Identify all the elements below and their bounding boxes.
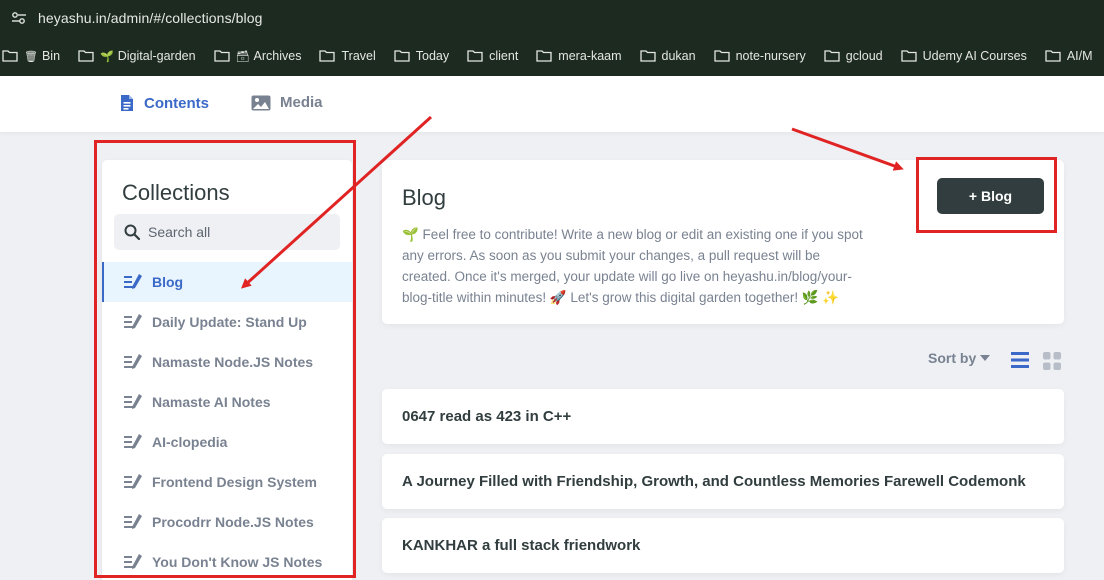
bookmark-item[interactable]: mera-kaam [536, 49, 622, 63]
annotation-box-sidebar [94, 140, 356, 578]
bookmark-item[interactable]: client [467, 49, 518, 63]
grid-view-icon[interactable] [1043, 352, 1061, 370]
folder-icon [319, 50, 336, 62]
tab-contents-label: Contents [144, 94, 209, 112]
bookmark-emoji: 🗑 [24, 50, 38, 63]
site-settings-icon[interactable] [10, 9, 28, 27]
bookmark-label: dukan [661, 49, 696, 63]
bookmark-item[interactable]: 🌱 Digital-garden [78, 49, 196, 63]
entry-card[interactable]: KANKHAR a full stack friendwork [382, 518, 1064, 573]
bookmark-item[interactable]: Udemy AI Courses [900, 49, 1027, 63]
entry-card[interactable]: A Journey Filled with Friendship, Growth… [382, 454, 1064, 509]
folder-icon [900, 50, 917, 62]
bookmark-item[interactable]: Travel [319, 49, 376, 63]
folder-icon [536, 50, 552, 62]
tab-contents[interactable]: Contents [119, 94, 209, 112]
tab-media[interactable]: Media [251, 94, 323, 111]
folder-icon [213, 50, 230, 62]
bookmarks-bar: 🗑 Bin 🌱 Digital-garden 🗃 Archives Travel Today c… [0, 36, 1104, 76]
bookmark-item[interactable]: 🗃 Archives [213, 49, 302, 63]
folder-icon [824, 50, 840, 62]
bookmark-label: Digital-garden [117, 49, 196, 63]
folder-icon [78, 50, 94, 62]
image-icon [251, 95, 271, 110]
caret-down-icon [980, 355, 991, 361]
sort-label: Sort by [928, 350, 977, 366]
bookmark-item[interactable]: Today [394, 49, 449, 63]
folder-icon [639, 50, 656, 62]
folder-icon [713, 50, 730, 62]
folder-icon [467, 50, 483, 62]
tab-media-label: Media [280, 94, 323, 111]
collection-description: 🌱 Feel free to contribute! Write a new b… [402, 227, 863, 305]
bookmark-item[interactable]: AI/M [1045, 49, 1093, 63]
bookmark-emoji: 🌱 [100, 50, 114, 63]
folder-icon [394, 50, 410, 62]
folder-icon [2, 50, 18, 62]
bookmark-item[interactable]: dukan [639, 49, 696, 63]
bookmark-emoji: 🗃 [235, 50, 250, 63]
document-icon [121, 95, 133, 111]
folder-icon [1045, 50, 1061, 62]
bookmark-label: client [489, 49, 519, 63]
cms-top-nav: Contents Media [0, 76, 1104, 132]
bookmark-label: mera-kaam [558, 49, 622, 63]
bookmark-label: Archives [253, 49, 302, 63]
list-view-icon[interactable] [1011, 352, 1029, 368]
bookmark-label: gcloud [845, 49, 883, 63]
bookmark-label: Udemy AI Courses [922, 49, 1027, 63]
bookmark-label: note-nursery [735, 49, 806, 63]
collection-title: Blog [402, 185, 447, 210]
sort-dropdown[interactable]: Sort by [928, 350, 991, 366]
annotation-box-new-button [916, 157, 1057, 233]
url-text[interactable]: heyashu.in/admin/#/collections/blog [38, 10, 263, 26]
bookmark-label: Travel [341, 49, 376, 63]
bookmark-item[interactable]: gcloud [824, 49, 883, 63]
bookmark-item[interactable]: note-nursery [713, 49, 806, 63]
bookmark-label: Bin [41, 49, 61, 63]
entry-card[interactable]: 0647 read as 423 in C++ [382, 389, 1064, 444]
bookmark-label: Today [415, 49, 450, 63]
browser-address-bar[interactable]: heyashu.in/admin/#/collections/blog [0, 0, 1104, 36]
bookmark-item[interactable]: 🗑 Bin [2, 49, 60, 63]
bookmark-label: AI/M [1066, 49, 1093, 63]
